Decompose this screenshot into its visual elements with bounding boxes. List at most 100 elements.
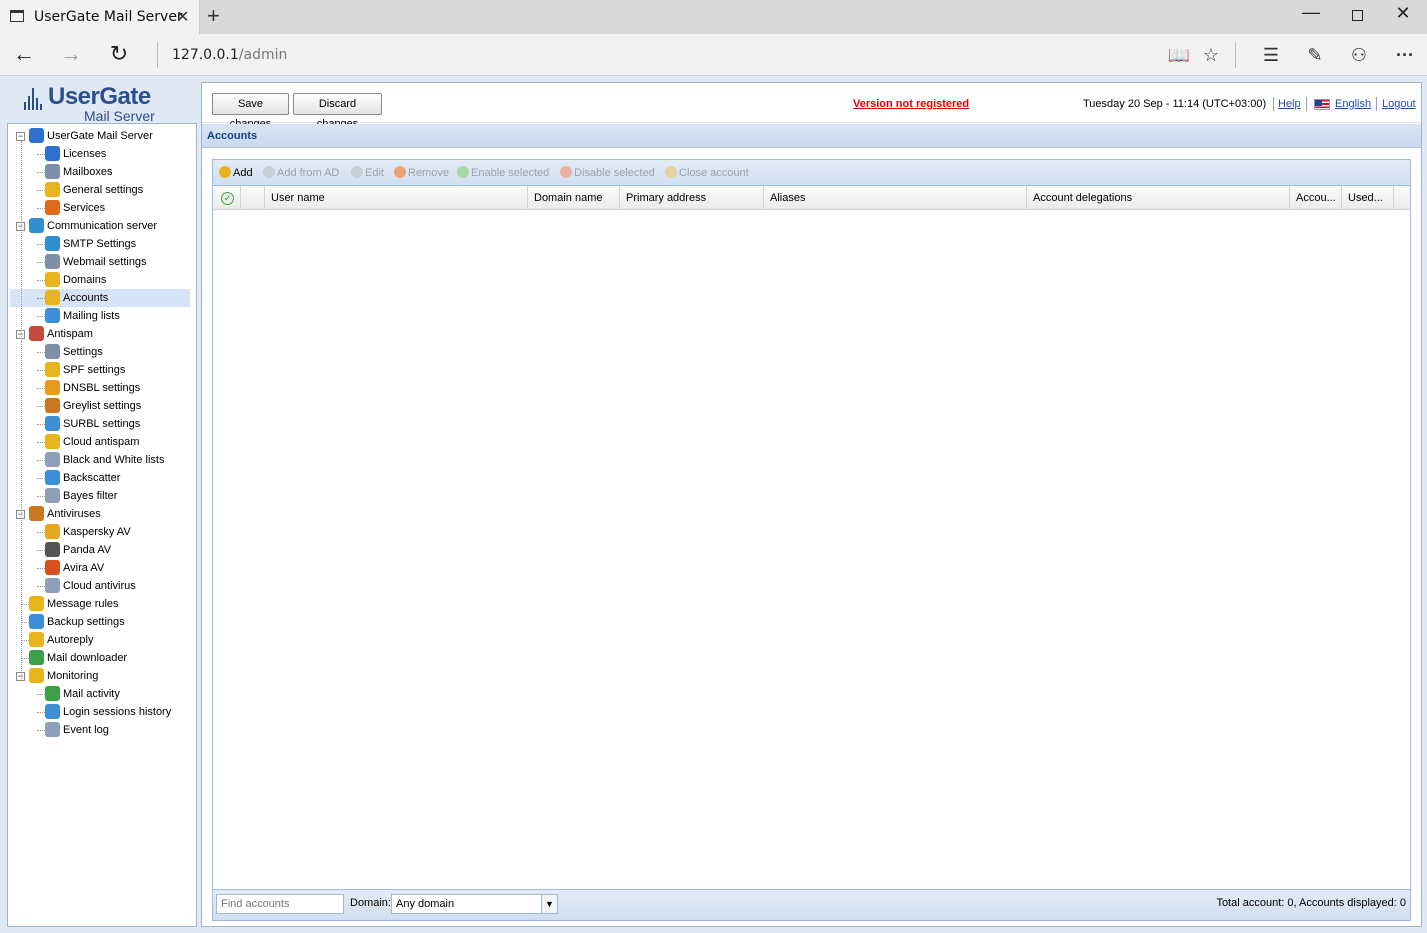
web-note-icon[interactable]: ✎ [1300, 41, 1330, 69]
tree-item-label: Avira AV [63, 562, 105, 574]
tree-item-backup-settings[interactable]: Backup settings [10, 613, 190, 631]
tree-item-services[interactable]: Services [10, 199, 190, 217]
tree-item-label: Licenses [63, 148, 107, 160]
tree-item-label: SMTP Settings [63, 238, 137, 250]
tree-item-mailboxes[interactable]: Mailboxes [10, 163, 190, 181]
disable-selected-button[interactable]: Disable selected [560, 166, 655, 179]
domain-filter-select[interactable]: Any domain ▼ [391, 894, 558, 914]
favorite-star-icon[interactable]: ☆ [1196, 41, 1226, 69]
close-account-button[interactable]: Close account [665, 166, 749, 179]
hub-icon[interactable]: ☰ [1256, 41, 1286, 69]
forward-icon[interactable]: → [56, 40, 86, 70]
tree-item-cloud-antivirus[interactable]: Cloud antivirus [10, 577, 190, 595]
tree-item-usergate-mail-server[interactable]: − UserGate Mail Server [10, 127, 190, 145]
tree-item-antispam[interactable]: − Antispam [10, 325, 190, 343]
share-icon[interactable]: ⚇ [1344, 41, 1374, 69]
tree-item-mail-activity[interactable]: Mail activity [10, 685, 190, 703]
tree-item-monitoring[interactable]: − Monitoring [10, 667, 190, 685]
enable-selected-button[interactable]: Enable selected [457, 166, 549, 179]
tab-close-icon[interactable]: ✕ [176, 7, 189, 27]
help-link[interactable]: Help [1278, 98, 1301, 110]
tree-item-mail-downloader[interactable]: Mail downloader [10, 649, 190, 667]
back-icon[interactable]: ← [9, 40, 39, 70]
window-maximize-button[interactable] [1334, 4, 1380, 28]
tree-item-mailing-lists[interactable]: Mailing lists [10, 307, 190, 325]
tree-item-backscatter[interactable]: Backscatter [10, 469, 190, 487]
column-header-accou[interactable]: Accou... [1290, 186, 1342, 210]
tree-item-greylist-settings[interactable]: Greylist settings [10, 397, 190, 415]
tree-item-label: Webmail settings [63, 256, 147, 268]
tree-item-spf-settings[interactable]: SPF settings [10, 361, 190, 379]
tree-item-label: Monitoring [47, 670, 99, 682]
select-all-column[interactable]: ✓ [213, 186, 241, 210]
lists-icon [45, 452, 60, 467]
greylist-icon [45, 398, 60, 413]
reading-view-icon[interactable]: 📖 [1164, 41, 1194, 69]
tree-connector [37, 460, 45, 461]
add-user-icon [219, 166, 231, 178]
logout-link[interactable]: Logout [1382, 98, 1416, 110]
save-changes-button[interactable]: Save changes [212, 93, 289, 130]
tree-item-general-settings[interactable]: General settings [10, 181, 190, 199]
tree-item-surbl-settings[interactable]: SURBL settings [10, 415, 190, 433]
tree-item-licenses[interactable]: Licenses [10, 145, 190, 163]
tree-connector [37, 370, 45, 371]
tree-item-event-log[interactable]: Event log [10, 721, 190, 739]
tree-item-panda-av[interactable]: Panda AV [10, 541, 190, 559]
url-field[interactable]: 127.0.0.1/admin [172, 47, 287, 63]
tree-item-black-and-white-lists[interactable]: Black and White lists [10, 451, 190, 469]
column-header-used[interactable]: Used... [1342, 186, 1394, 210]
collapse-toggle-icon[interactable]: − [16, 132, 25, 141]
disable-icon [560, 166, 572, 178]
column-header-primary-address[interactable]: Primary address [620, 186, 764, 210]
language-link[interactable]: English [1335, 98, 1371, 110]
tree-item-smtp-settings[interactable]: SMTP Settings [10, 235, 190, 253]
tree-item-message-rules[interactable]: Message rules [10, 595, 190, 613]
tree-item-login-sessions-history[interactable]: Login sessions history [10, 703, 190, 721]
tree-item-kaspersky-av[interactable]: Kaspersky AV [10, 523, 190, 541]
grid-header: ✓ User name Domain name Primary address Ali… [213, 186, 1410, 210]
window-close-button[interactable]: ✕ [1380, 3, 1426, 27]
page-title: Accounts [207, 130, 258, 142]
discard-changes-button[interactable]: Discard changes [293, 93, 382, 130]
tree-connector [37, 586, 45, 587]
tree-item-label: Kaspersky AV [63, 526, 131, 538]
browser-tab[interactable]: UserGate Mail Server ✕ [0, 0, 200, 34]
column-header-user-name[interactable]: User name [265, 186, 528, 210]
window-minimize-button[interactable]: — [1288, 2, 1334, 26]
edit-icon [351, 166, 363, 178]
server-icon [29, 128, 44, 143]
edit-button[interactable]: Edit [351, 166, 384, 179]
select-all-check-icon[interactable]: ✓ [221, 192, 234, 205]
maximize-icon [1351, 10, 1363, 21]
add-button[interactable]: Add [219, 166, 253, 179]
tree-connector [37, 478, 45, 479]
tree-item-label: Greylist settings [63, 400, 142, 412]
tree-item-domains[interactable]: Domains [10, 271, 190, 289]
remove-button[interactable]: Remove [394, 166, 449, 179]
refresh-icon[interactable]: ↻ [104, 40, 134, 70]
tree-item-dnsbl-settings[interactable]: DNSBL settings [10, 379, 190, 397]
tree-item-avira-av[interactable]: Avira AV [10, 559, 190, 577]
more-icon[interactable]: ··· [1390, 41, 1420, 69]
version-not-registered-link[interactable]: Version not registered [853, 98, 969, 110]
chevron-down-icon[interactable]: ▼ [541, 895, 557, 913]
add-from-ad-button[interactable]: Add from AD [263, 166, 339, 179]
tree-item-communication-server[interactable]: − Communication server [10, 217, 190, 235]
new-tab-icon[interactable]: + [207, 3, 220, 29]
column-header-account-delegations[interactable]: Account delegations [1027, 186, 1290, 210]
find-accounts-input[interactable] [216, 894, 344, 914]
tree-connector [37, 532, 45, 533]
mailbox-icon [45, 164, 60, 179]
tree-item-bayes-filter[interactable]: Bayes filter [10, 487, 190, 505]
tree-item-cloud-antispam[interactable]: Cloud antispam [10, 433, 190, 451]
tree-item-label: Login sessions history [63, 706, 172, 718]
column-header-aliases[interactable]: Aliases [764, 186, 1027, 210]
at-icon [29, 218, 44, 233]
tree-item-settings[interactable]: Settings [10, 343, 190, 361]
tree-item-webmail-settings[interactable]: Webmail settings [10, 253, 190, 271]
tree-item-autoreply[interactable]: Autoreply [10, 631, 190, 649]
column-header-domain-name[interactable]: Domain name [528, 186, 620, 210]
tree-item-accounts[interactable]: Accounts [10, 289, 190, 307]
tree-item-antiviruses[interactable]: − Antiviruses [10, 505, 190, 523]
